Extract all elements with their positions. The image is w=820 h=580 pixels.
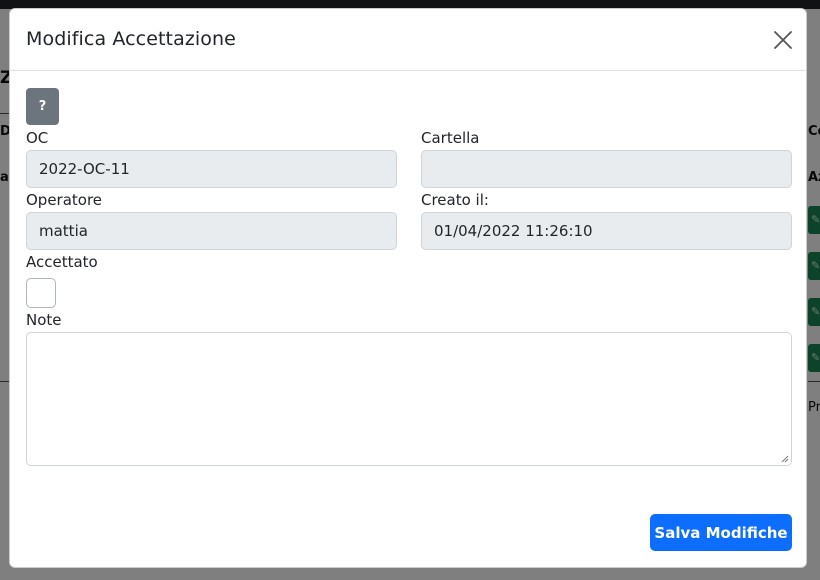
save-changes-button[interactable]: Salva Modifiche [650,514,792,551]
resize-grip-icon[interactable] [781,455,789,463]
close-icon [774,31,792,49]
operatore-label: Operatore [26,191,103,209]
modal-header: Modifica Accettazione [10,9,806,71]
cartella-field[interactable] [421,150,792,188]
accettato-checkbox[interactable] [26,278,56,308]
note-label: Note [26,311,62,329]
modal-title: Modifica Accettazione [26,28,236,50]
accettato-label: Accettato [26,253,98,271]
help-button[interactable]: ? [26,88,59,125]
creato-il-field[interactable]: 01/04/2022 11:26:10 [421,212,792,250]
edit-acceptance-modal: Modifica Accettazione ? OC 2022-OC-11 Ca… [9,8,807,568]
creato-il-label: Creato il: [421,191,489,209]
cartella-label: Cartella [421,129,480,147]
operatore-field[interactable]: mattia [26,212,397,250]
note-textarea[interactable] [26,332,792,466]
oc-label: OC [26,129,49,147]
oc-field[interactable]: 2022-OC-11 [26,150,397,188]
close-button[interactable] [770,27,796,53]
